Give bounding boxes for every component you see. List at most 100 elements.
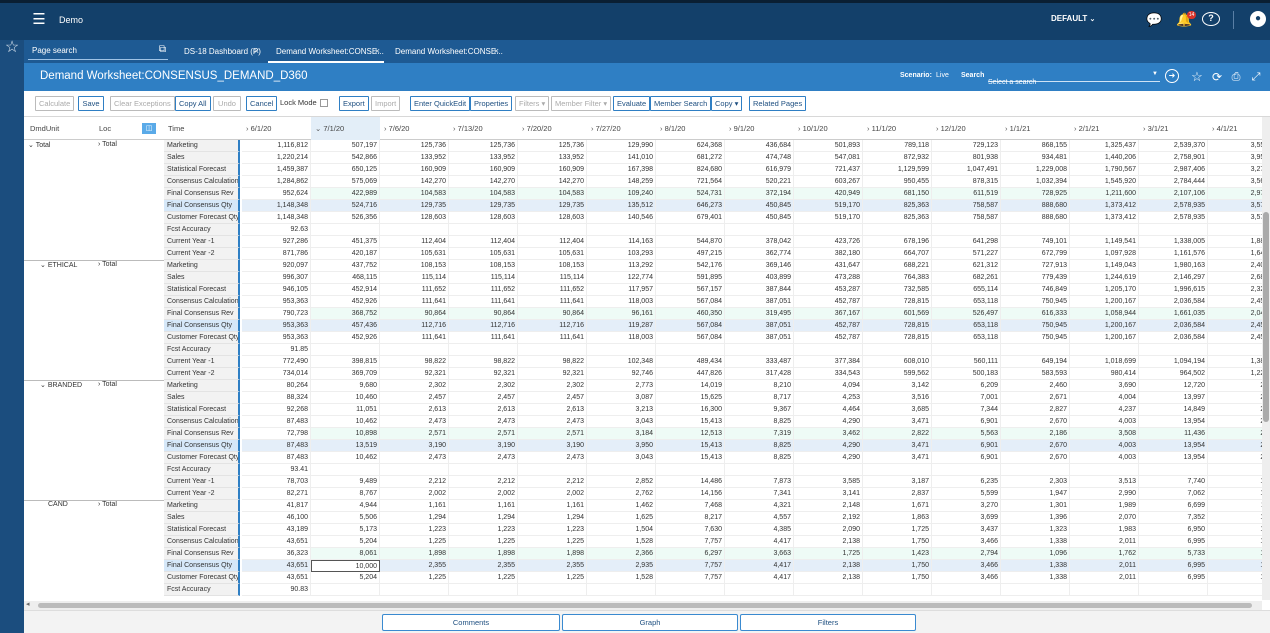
grid-cell[interactable]: 112,404 bbox=[449, 236, 518, 248]
grid-cell[interactable]: 82,271 bbox=[242, 488, 311, 500]
grid-cell[interactable]: 334,543 bbox=[794, 368, 863, 380]
grid-cell[interactable]: 953,363 bbox=[242, 296, 311, 308]
grid-cell[interactable]: 2,138 bbox=[794, 572, 863, 584]
grid-cell[interactable]: 672,799 bbox=[1001, 248, 1070, 260]
grid-cell[interactable] bbox=[932, 344, 1001, 356]
grid-cell[interactable]: 728,925 bbox=[1001, 188, 1070, 200]
grid-cell[interactable]: 78,703 bbox=[242, 476, 311, 488]
grid-cell[interactable]: 6,901 bbox=[932, 440, 1001, 452]
grid-cell[interactable]: 112,404 bbox=[518, 236, 587, 248]
grid-cell[interactable] bbox=[863, 344, 932, 356]
grid-cell[interactable]: 119,287 bbox=[587, 320, 656, 332]
grid-cell[interactable]: 114,163 bbox=[587, 236, 656, 248]
grid-cell[interactable]: 2,002 bbox=[518, 488, 587, 500]
grid-cell[interactable] bbox=[380, 584, 449, 596]
grid-cell[interactable]: 447,826 bbox=[656, 368, 725, 380]
grid-cell[interactable]: 111,652 bbox=[380, 284, 449, 296]
tab-demand-worksheet[interactable]: Demand Worksheet:CONSE... × bbox=[387, 40, 503, 63]
column-header-period[interactable]: › 7/6/20 bbox=[380, 117, 449, 140]
grid-cell[interactable]: 6,901 bbox=[932, 452, 1001, 464]
grid-cell[interactable]: 3,190 bbox=[449, 440, 518, 452]
grid-cell[interactable] bbox=[1208, 584, 1262, 596]
grid-cell[interactable]: 2,670 bbox=[1001, 440, 1070, 452]
cancel-button[interactable]: Cancel bbox=[246, 96, 278, 111]
grid-cell[interactable] bbox=[863, 584, 932, 596]
grid-cell[interactable]: 2,457 bbox=[380, 392, 449, 404]
grid-cell[interactable]: 436,684 bbox=[725, 140, 794, 152]
grid-cell[interactable]: 524,716 bbox=[311, 200, 380, 212]
grid-cell[interactable]: 3,190 bbox=[380, 440, 449, 452]
grid-cell[interactable]: 4,253 bbox=[794, 392, 863, 404]
grid-cell[interactable]: 10,460 bbox=[311, 392, 380, 404]
grid-cell[interactable]: 1,725 bbox=[794, 548, 863, 560]
column-header-period[interactable]: › 1/1/21 bbox=[1001, 117, 1070, 140]
pivot-toggle-icon[interactable]: ◫ bbox=[142, 123, 156, 134]
grid-cell[interactable] bbox=[794, 584, 863, 596]
grid-cell[interactable]: 678,196 bbox=[863, 236, 932, 248]
scroll-thumb[interactable] bbox=[1263, 212, 1269, 422]
grid-cell[interactable]: 453,287 bbox=[794, 284, 863, 296]
grid-cell[interactable]: 519,170 bbox=[794, 212, 863, 224]
grid-cell[interactable]: 6,235 bbox=[932, 476, 1001, 488]
grid-cell[interactable]: 24,6 bbox=[1208, 392, 1262, 404]
grid-cell[interactable]: 3,685 bbox=[863, 404, 932, 416]
grid-cell[interactable]: 90,864 bbox=[518, 308, 587, 320]
grid-cell[interactable] bbox=[794, 224, 863, 236]
grid-cell[interactable]: 93.41 bbox=[242, 464, 311, 476]
grid-cell[interactable]: 1,225 bbox=[449, 572, 518, 584]
grid-cell[interactable]: 43,651 bbox=[242, 572, 311, 584]
grid-cell[interactable] bbox=[449, 224, 518, 236]
grid-cell[interactable]: 2,688,6 bbox=[1208, 272, 1262, 284]
grid-cell[interactable]: 1,294 bbox=[518, 512, 587, 524]
grid-cell[interactable]: 111,641 bbox=[518, 296, 587, 308]
grid-cell[interactable]: 952,624 bbox=[242, 188, 311, 200]
grid-cell[interactable]: 3,043 bbox=[587, 416, 656, 428]
grid-cell[interactable]: 3,087 bbox=[587, 392, 656, 404]
grid-cell[interactable]: 571,227 bbox=[932, 248, 1001, 260]
grid-cell[interactable]: 2,571 bbox=[380, 428, 449, 440]
grid-cell[interactable]: 14,019 bbox=[656, 380, 725, 392]
grid-cell[interactable]: 43,189 bbox=[242, 524, 311, 536]
grid-cell[interactable]: 12,3 bbox=[1208, 524, 1262, 536]
grid-cell[interactable]: 111,641 bbox=[380, 332, 449, 344]
grid-cell[interactable]: 14,486 bbox=[656, 476, 725, 488]
grid-cell[interactable]: 750,945 bbox=[1001, 320, 1070, 332]
grid-cell[interactable]: 2,827 bbox=[1001, 404, 1070, 416]
grid-cell[interactable]: 779,439 bbox=[1001, 272, 1070, 284]
grid-cell[interactable]: 868,155 bbox=[1001, 140, 1070, 152]
grid-cell[interactable]: 727,913 bbox=[1001, 260, 1070, 272]
grid-cell[interactable]: 167,398 bbox=[587, 164, 656, 176]
grid-cell[interactable]: 2,212 bbox=[518, 476, 587, 488]
grid-cell[interactable]: 758,587 bbox=[932, 200, 1001, 212]
grid-cell[interactable]: 12,3 bbox=[1208, 536, 1262, 548]
grid-cell[interactable] bbox=[587, 584, 656, 596]
grid-cell[interactable]: 2,036,584 bbox=[1139, 332, 1208, 344]
copy-all-button[interactable]: Copy All bbox=[175, 96, 211, 111]
column-header-period[interactable]: › 8/1/20 bbox=[656, 117, 725, 140]
grid-cell[interactable]: 13,954 bbox=[1139, 452, 1208, 464]
grid-cell[interactable]: 2,758,901 bbox=[1139, 152, 1208, 164]
grid-cell[interactable]: 2,302 bbox=[380, 380, 449, 392]
grid-cell[interactable]: 1,528 bbox=[587, 536, 656, 548]
grid-cell[interactable]: 423,726 bbox=[794, 236, 863, 248]
grid-cell[interactable]: 526,356 bbox=[311, 212, 380, 224]
grid-cell[interactable]: 2,138 bbox=[794, 536, 863, 548]
grid-cell[interactable]: 369,146 bbox=[725, 260, 794, 272]
grid-cell[interactable]: 98,822 bbox=[518, 356, 587, 368]
grid-cell[interactable]: 11,436 bbox=[1139, 428, 1208, 440]
grid-cell[interactable]: 1,294 bbox=[449, 512, 518, 524]
grid-cell[interactable]: 1,244,619 bbox=[1070, 272, 1139, 284]
grid-cell[interactable]: 1,284,862 bbox=[242, 176, 311, 188]
grid-cell[interactable] bbox=[380, 224, 449, 236]
grid-cell[interactable]: 2,303 bbox=[1001, 476, 1070, 488]
column-header-period[interactable]: › 10/1/20 bbox=[794, 117, 863, 140]
favorites-star-icon[interactable]: ☆ bbox=[0, 40, 24, 56]
grid-cell[interactable]: 4,290 bbox=[794, 416, 863, 428]
grid-cell[interactable]: 679,401 bbox=[656, 212, 725, 224]
grid-cell[interactable]: 1,323 bbox=[1001, 524, 1070, 536]
grid-cell[interactable]: 431,647 bbox=[794, 260, 863, 272]
grid-cell[interactable]: 2,409,6 bbox=[1208, 260, 1262, 272]
grid-cell[interactable]: 3,141 bbox=[794, 488, 863, 500]
column-header-period[interactable]: › 6/1/20 bbox=[242, 117, 311, 140]
grid-cell[interactable]: 575,069 bbox=[311, 176, 380, 188]
